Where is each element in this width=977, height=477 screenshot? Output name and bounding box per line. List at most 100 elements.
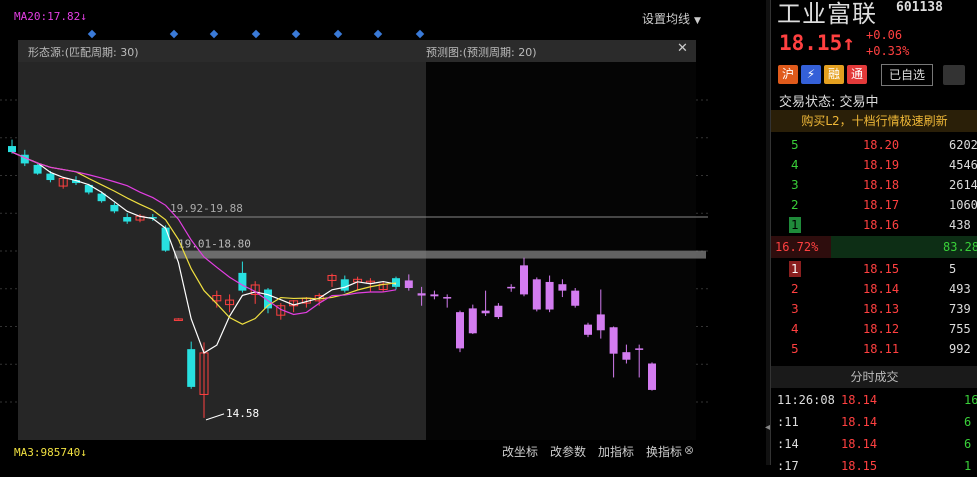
trade-volume: 16 [964,393,977,407]
candle-body [110,204,119,212]
range-label: 19.92-19.88 [170,202,243,215]
kline-chart[interactable]: 23.0022.0021.0020.0019.0018.0017.0016.00… [0,0,708,465]
bid-row: 4 18.12 755 [771,320,977,340]
forecast-label: 预测图:(预测周期: 20) [426,46,537,59]
close-circle-icon[interactable]: ⊗ [684,443,694,457]
kline-svg[interactable]: 23.0022.0021.0020.0019.0018.0017.0016.00… [0,0,708,465]
ask-level: 3 [791,178,799,192]
ask-price: 18.19 [863,158,900,172]
bid-volume: 739 [949,302,971,316]
caret-down-icon: ▼ [694,16,701,26]
trade-row: :14 18.14 6 [771,435,977,455]
set-ma-label: 设置均线 [642,12,691,26]
connect-badge[interactable]: 通 [847,65,867,84]
pattern-source-label: 形态源:(匹配周期: 30) [28,46,139,59]
candle-body [392,278,400,287]
candle-body [481,310,490,314]
stock-name: 工业富联 [777,0,877,28]
candle-body [46,173,55,181]
trade-price: 18.14 [841,393,878,407]
switch-indicator-button[interactable]: 换指标 [646,443,682,460]
event-marker [333,29,343,39]
change-abs: +0.06 [866,28,903,42]
shanghai-badge[interactable]: 沪 [778,65,798,84]
bid-price: 18.11 [863,342,900,356]
set-ma-button[interactable]: 设置均线 ▼ [642,10,701,27]
bid-volume: 755 [949,322,971,336]
trade-time: 11:26:08 [777,393,835,407]
event-marker [291,29,301,39]
ask-price: 18.18 [863,178,900,192]
candle-body [648,363,656,390]
trade-row: :17 18.15 1 [771,457,977,477]
trade-volume: 1 [964,459,972,473]
trade-volume: 6 [964,437,972,451]
ask-volume: 4546 [949,158,977,172]
candle-body [340,279,349,291]
quote-panel: 工业富联 601138 18.15↑ +0.06 +0.33% 沪 ⚡ 融 通 … [770,0,977,473]
ask-volume: 438 [949,218,971,232]
add-indicator-button[interactable]: 加指标 [598,443,634,460]
candle-body [507,286,516,289]
bell-icon[interactable] [943,65,965,85]
ask-level: 5 [791,138,799,152]
bid-ask-ratio-bar: 16.72% 83.28 [771,236,977,258]
close-icon[interactable]: ✕ [677,41,688,56]
bid-row: 1 18.15 5 [771,260,977,280]
ask-volume: 1060 [949,198,977,212]
bid-row: 2 18.14 493 [771,280,977,300]
candle-body [430,294,439,297]
bid-level: 3 [791,302,799,316]
flash-icon[interactable]: ⚡ [801,65,821,84]
ask-volume: 2614 [949,178,977,192]
ask-row: 5 18.20 6202 [771,136,977,156]
candle-body [609,327,618,354]
candle-body [571,290,580,306]
event-marker [373,29,383,39]
trade-row: 11:26:08 18.14 16 [771,391,977,411]
ask-row: 1 18.16 438 [771,216,977,236]
bid-level: 1 [789,261,801,277]
range-band [174,250,706,259]
margin-badge[interactable]: 融 [824,65,844,84]
ask-price: 18.17 [863,198,900,212]
bid-volume: 5 [949,262,957,276]
candle-body [520,265,528,295]
ratio-left: 16.72% [775,240,819,254]
ask-volume: 6202 [949,138,977,152]
ma3-legend: MA3:985740↓ [14,446,87,459]
ask-row: 4 18.19 4546 [771,156,977,176]
ask-level: 2 [791,198,799,212]
event-marker [87,29,97,39]
candle-body [404,280,413,288]
trade-row: :11 18.14 6 [771,413,977,433]
trade-time: :14 [777,437,799,451]
last-price: 18.15↑ [779,31,855,55]
chart-toolbar: 改坐标 改参数 加指标 换指标 [502,443,682,460]
event-marker [169,29,179,39]
bid-volume: 493 [949,282,971,296]
candle-body [8,146,16,153]
stock-code: 601138 [896,0,943,15]
time-sales-header[interactable]: 分时成交 [771,366,977,388]
bid-row: 3 18.13 739 [771,300,977,320]
trade-volume: 6 [964,415,972,429]
candle-body [596,314,605,331]
change-params-button[interactable]: 改参数 [550,443,586,460]
trade-status: 交易状态: 交易中 [779,95,879,110]
ma20-legend: MA20:17.82↓ [14,10,87,23]
candle-body [545,281,554,310]
bid-row: 5 18.11 992 [771,340,977,360]
ratio-right: 83.28 [943,240,977,254]
ask-level: 4 [791,158,799,172]
bid-price: 18.13 [863,302,900,316]
change-axis-button[interactable]: 改坐标 [502,443,538,460]
candle-body [532,279,541,310]
candle-body [417,293,426,296]
level2-promo-link[interactable]: 购买L2，十档行情极速刷新 [771,110,977,132]
event-marker [415,29,425,39]
bid-price: 18.14 [863,282,900,296]
ask-price: 18.16 [863,218,900,232]
event-marker [251,29,261,39]
add-favorite-button[interactable]: 已自选 [881,64,933,86]
